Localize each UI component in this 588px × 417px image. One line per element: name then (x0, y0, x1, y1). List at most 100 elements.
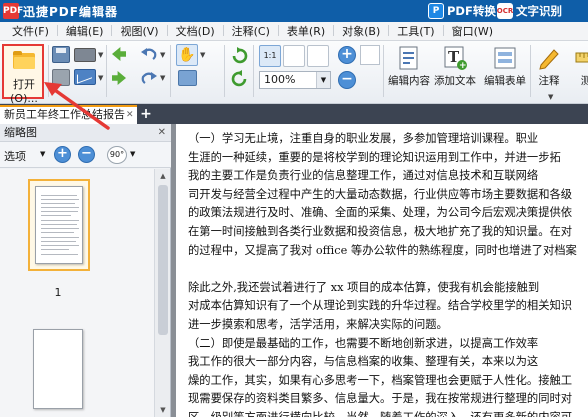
menu-comment[interactable]: 注释(C) (224, 23, 280, 39)
scrollbar-thumb[interactable] (158, 185, 168, 335)
document-line: （一）学习无止境，注重自身的职业发展，多参加管理培训课程。职业 (188, 132, 539, 145)
document-line: 司开发与经营全过程中产生的大量动态数据，行业供应等市场主要数据和各级 (188, 187, 573, 201)
thumbnail-page-1[interactable] (28, 179, 90, 271)
scanner-dropdown-caret[interactable]: ▼ (98, 51, 103, 59)
menu-view[interactable]: 视图(V) (112, 23, 168, 39)
thumbnail-page-2[interactable] (33, 329, 83, 409)
measure-button[interactable]: 测 (571, 45, 588, 88)
open-label: 打开(O)... (10, 78, 38, 105)
menu-file[interactable]: 文件(F) (4, 23, 58, 39)
zoom-in-icon[interactable]: + (338, 46, 356, 64)
zoom-select[interactable]: 100% ▼ (259, 71, 331, 89)
redo-icon[interactable] (140, 70, 158, 86)
new-tab-icon[interactable]: + (139, 106, 153, 122)
pdf-convert-label: PDF转换 (447, 4, 496, 18)
hand-dropdown-caret[interactable]: ▼ (200, 51, 205, 59)
annotate-button[interactable]: 注释 (532, 45, 566, 88)
zoom-value: 100% (264, 73, 296, 86)
scroll-up-icon[interactable]: ▲ (155, 169, 171, 183)
pdf-convert-button[interactable]: P PDF转换 (428, 2, 496, 20)
open-button[interactable]: 打开(O)... (2, 44, 44, 105)
thumbnail-page-number: 1 (54, 286, 62, 299)
menu-tools[interactable]: 工具(T) (389, 23, 444, 39)
toolbar-divider (224, 45, 225, 97)
toolbar-divider (530, 45, 531, 97)
document-line: 我工作的很大一部分内容，与信息档案的收集、整理有关，本来以为这 (188, 355, 539, 369)
fit-width-icon[interactable] (283, 45, 305, 67)
document-tab-strip: 新员工年终工作总结报告 ✕ + (0, 104, 588, 124)
add-text-button[interactable]: T + 添加文本 (431, 45, 479, 88)
toolbar-divider (170, 45, 171, 97)
document-line: 生涯的一种延续，重要的是将校学到的理论知识运用到工作中，并进一步拓 (188, 150, 561, 164)
document-page[interactable]: （一）学习无止境，注重自身的职业发展，多参加管理培训课程。职业 生涯的一种延续，… (176, 124, 588, 417)
toolbar: 打开(O)... ▼ ▼ ▼ ▼ ✋ ▼ 1:1 100% ▼ + − 编辑内容… (0, 41, 588, 105)
thumbnail-rotate-icon[interactable]: 90° (107, 146, 127, 164)
scroll-down-icon[interactable]: ▼ (155, 403, 171, 417)
folder-open-icon (13, 51, 35, 69)
annotate-dropdown-caret[interactable]: ▼ (548, 93, 553, 101)
ocr-button[interactable]: OCR 文字识别 (497, 2, 562, 20)
document-line: 在第一时间接触到各类行业数据和投资信息，极大地扩充了我的知识量。在对 (188, 224, 573, 238)
edit-content-label: 编辑内容 (388, 75, 430, 87)
thumbnail-scrollbar[interactable]: ▲ ▼ (154, 169, 170, 417)
menu-object[interactable]: 对象(B) (334, 23, 390, 39)
edit-form-button[interactable]: 编辑表单 (481, 45, 529, 88)
email-dropdown-caret[interactable]: ▼ (98, 74, 103, 82)
redo-dropdown-caret[interactable]: ▼ (160, 74, 165, 82)
document-line: （二）即使是最基础的工作，也需要不断地创新求进，以提高工作效率 (188, 336, 539, 350)
thumbnail-list: 1 2 (0, 169, 154, 417)
edit-form-icon (493, 45, 517, 71)
back-arrow-icon[interactable] (112, 47, 126, 61)
chevron-down-icon[interactable]: ▼ (40, 150, 45, 158)
forward-arrow-icon[interactable] (112, 71, 126, 85)
menu-form[interactable]: 表单(R) (279, 23, 335, 39)
close-icon[interactable]: ✕ (158, 124, 166, 141)
menu-edit[interactable]: 编辑(E) (58, 23, 113, 39)
ocr-icon: OCR (497, 3, 513, 19)
rotate-clockwise-icon[interactable] (231, 47, 248, 64)
undo-icon[interactable] (140, 46, 158, 62)
page-thumbnail-image (35, 186, 83, 264)
fit-page-icon[interactable] (307, 45, 329, 67)
ocr-label: 文字识别 (516, 4, 562, 18)
save-icon[interactable] (52, 46, 70, 63)
hand-tool-button[interactable]: ✋ (176, 44, 198, 66)
edit-form-label: 编辑表单 (484, 75, 526, 87)
menu-window[interactable]: 窗口(W) (444, 23, 502, 39)
chevron-down-icon[interactable]: ▼ (130, 150, 135, 158)
title-bar: PDF 迅捷PDF编辑器 P PDF转换 OCR 文字识别 (0, 0, 588, 22)
menu-document[interactable]: 文档(D) (168, 23, 224, 39)
annotate-label: 注释 (538, 75, 560, 87)
thumbnail-options-button[interactable]: 选项 (4, 148, 26, 164)
zoom-out-icon[interactable]: − (338, 71, 356, 89)
toolbar-divider (48, 45, 49, 97)
undo-dropdown-caret[interactable]: ▼ (160, 51, 165, 59)
document-text: （一）学习无止境，注重自身的职业发展，多参加管理培训课程。职业 生涯的一种延续，… (188, 130, 588, 417)
email-icon[interactable] (74, 69, 96, 85)
rotate-counterclockwise-icon[interactable] (231, 70, 248, 87)
svg-text:+: + (459, 61, 467, 71)
thumbnail-panel-title: 缩略图 (4, 126, 37, 139)
document-line: 的政策法规进行及时、准确、全面的采集、处理，为公司今后宏观决策提供依 (188, 206, 573, 220)
snapshot-icon[interactable] (178, 70, 197, 86)
zoom-tool-icon[interactable] (360, 45, 380, 65)
thumbnail-zoom-in-icon[interactable]: + (54, 146, 71, 163)
document-tab[interactable]: 新员工年终工作总结报告 ✕ (0, 105, 137, 124)
measure-label: 测 (580, 75, 588, 87)
pdf-convert-icon: P (428, 3, 444, 19)
hand-icon: ✋ (178, 47, 196, 63)
thumbnail-zoom-out-icon[interactable]: − (78, 146, 95, 163)
chevron-down-icon: ▼ (316, 72, 330, 88)
edit-content-button[interactable]: 编辑内容 (387, 45, 431, 88)
annotate-pen-icon (537, 45, 561, 71)
actual-size-button[interactable]: 1:1 (259, 45, 281, 67)
close-icon[interactable]: ✕ (126, 110, 136, 120)
toolbar-divider (106, 45, 107, 97)
scanner-icon[interactable] (74, 48, 96, 62)
document-line: 我的主要工作是负责行业的信息整理工作，通过对信息技术和互联网络 (188, 169, 539, 183)
document-line: 区、级别等方面进行横向比较，当然，随着工作的深入，还有更多新的内容可 (188, 409, 588, 417)
document-line: 的过程中，又提高了我对 office 等办公软件的熟练程度，同时也增进了对档案 (188, 243, 577, 257)
document-line: 除此之外,我还尝试着进行了 xx 项目的成本估算，使我有机会能接触到 (188, 280, 540, 294)
print-icon[interactable] (52, 69, 70, 86)
document-viewer[interactable]: （一）学习无止境，注重自身的职业发展，多参加管理培训课程。职业 生涯的一种延续，… (171, 124, 588, 417)
